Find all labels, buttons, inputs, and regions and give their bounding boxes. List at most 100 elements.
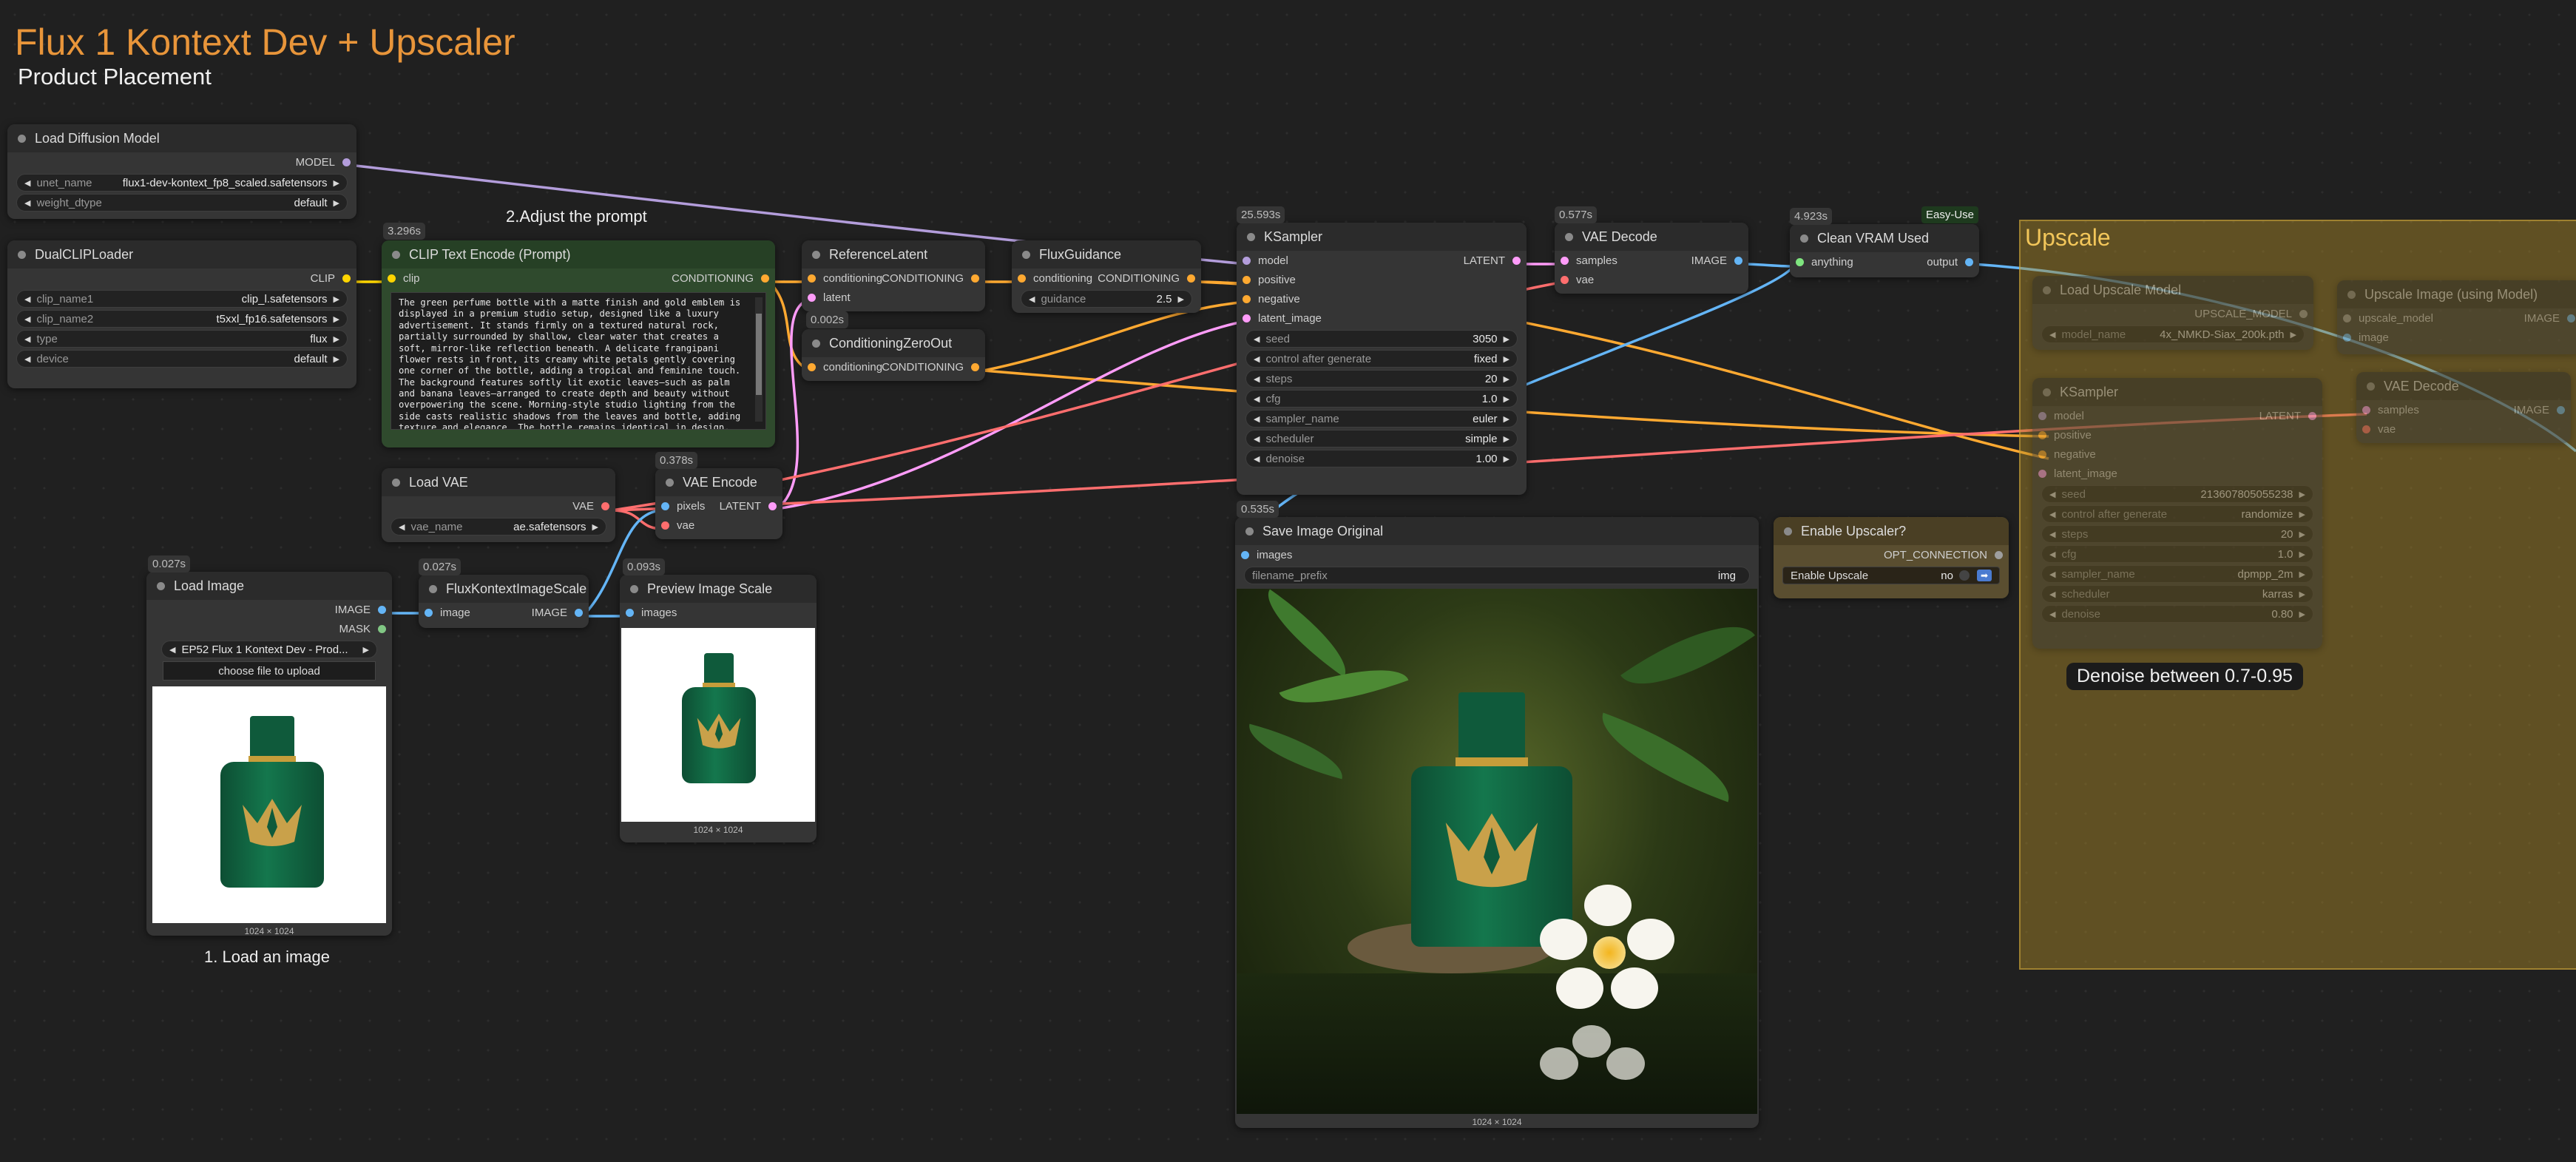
collapse-dot-icon[interactable] (2043, 286, 2051, 294)
arrow-left-icon[interactable]: ◀ (1254, 414, 1260, 424)
widget-device[interactable]: ◀ device default ▶ (16, 350, 348, 368)
widget-sampler-name[interactable]: ◀ sampler_name euler ▶ (1245, 410, 1518, 428)
toggle-icon[interactable] (1958, 570, 1970, 581)
widget-clip-name2[interactable]: ◀ clip_name2 t5xxl_fp16.safetensors ▶ (16, 310, 348, 328)
node-header[interactable]: DualCLIPLoader (7, 240, 356, 268)
node-upscale-image[interactable]: Upscale Image (using Model) upscale_mode… (2337, 280, 2576, 354)
input-dot-positive[interactable] (2038, 430, 2046, 439)
output-dot-mask[interactable] (378, 624, 386, 633)
node-load-upscale-model[interactable]: Load Upscale Model UPSCALE_MODEL ◀ model_… (2032, 276, 2313, 350)
node-load-diffusion-model[interactable]: Load Diffusion Model MODEL ◀ unet_name flu… (7, 124, 356, 219)
node-flux-kontext-image-scale[interactable]: FluxKontextImageScale image IMAGE (419, 575, 589, 628)
arrow-left-icon[interactable]: ◀ (24, 314, 30, 324)
output-dot-latent[interactable] (1512, 256, 1521, 265)
arrow-right-icon[interactable]: ▶ (1504, 414, 1510, 424)
output-dot-clip[interactable] (342, 274, 351, 283)
collapse-dot-icon[interactable] (812, 250, 820, 259)
input-dot-conditioning[interactable] (808, 274, 816, 283)
input-dot-vae[interactable] (1561, 275, 1569, 284)
arrow-left-icon[interactable]: ◀ (24, 294, 30, 304)
run-arrow-icon[interactable]: ➡ (1976, 570, 1992, 581)
collapse-dot-icon[interactable] (18, 134, 26, 143)
node-conditioning-zero-out[interactable]: ConditioningZeroOut conditioning CONDITI… (802, 329, 985, 381)
node-load-vae[interactable]: Load VAE VAE ◀ vae_name ae.safetensors ▶ (382, 468, 615, 542)
node-ksampler[interactable]: KSampler model LATENT positive negative … (1237, 223, 1527, 495)
arrow-right-icon[interactable]: ▶ (592, 522, 598, 532)
node-header[interactable]: VAE Encode (655, 468, 782, 496)
widget-control-after-generate[interactable]: ◀ control after generate randomize ▶ (2041, 505, 2313, 523)
arrow-right-icon[interactable]: ▶ (1178, 294, 1184, 304)
arrow-left-icon[interactable]: ◀ (2049, 609, 2055, 619)
input-dot-image[interactable] (425, 608, 433, 617)
input-dot-images[interactable] (626, 608, 634, 617)
node-header[interactable]: Upscale Image (using Model) (2337, 280, 2576, 308)
arrow-left-icon[interactable]: ◀ (2049, 330, 2055, 340)
collapse-dot-icon[interactable] (18, 250, 26, 259)
node-preview-image-scale[interactable]: Preview Image Scale images 1024 × 1024 (620, 575, 817, 842)
arrow-left-icon[interactable]: ◀ (2049, 490, 2055, 499)
widget-cfg[interactable]: ◀ cfg 1.0 ▶ (1245, 390, 1518, 408)
widget-clip-name1[interactable]: ◀ clip_name1 clip_l.safetensors ▶ (16, 290, 348, 308)
node-dual-clip-loader[interactable]: DualCLIPLoader CLIP ◀ clip_name1 clip_l.sa… (7, 240, 356, 388)
input-dot-vae[interactable] (661, 521, 669, 530)
arrow-left-icon[interactable]: ◀ (1254, 334, 1260, 344)
widget-scheduler[interactable]: ◀ scheduler karras ▶ (2041, 585, 2313, 603)
arrow-left-icon[interactable]: ◀ (1254, 454, 1260, 464)
node-header[interactable]: ConditioningZeroOut (802, 329, 985, 357)
arrow-left-icon[interactable]: ◀ (24, 198, 30, 208)
widget-unet-name[interactable]: ◀ unet_name flux1-dev-kontext_fp8_scaled.s… (16, 174, 348, 192)
output-dot-upscale-model[interactable] (2299, 309, 2308, 318)
collapse-dot-icon[interactable] (2347, 290, 2356, 299)
arrow-right-icon[interactable]: ▶ (2291, 330, 2296, 340)
collapse-dot-icon[interactable] (1565, 232, 1573, 241)
input-dot-model[interactable] (2038, 411, 2046, 420)
arrow-right-icon[interactable]: ▶ (363, 645, 369, 655)
arrow-right-icon[interactable]: ▶ (1504, 354, 1510, 364)
widget-control-after-generate[interactable]: ◀ control after generate fixed ▶ (1245, 350, 1518, 368)
input-dot-pixels[interactable] (661, 501, 669, 510)
collapse-dot-icon[interactable] (1022, 250, 1030, 259)
node-reference-latent[interactable]: ReferenceLatent conditioning CONDITIONIN… (802, 240, 985, 311)
collapse-dot-icon[interactable] (2367, 382, 2375, 391)
arrow-left-icon[interactable]: ◀ (1254, 434, 1260, 444)
output-dot-model[interactable] (342, 158, 351, 166)
collapse-dot-icon[interactable] (812, 339, 820, 348)
node-flux-guidance[interactable]: FluxGuidance conditioning CONDITIONING ◀… (1012, 240, 1201, 313)
input-dot-positive[interactable] (1243, 275, 1251, 284)
collapse-dot-icon[interactable] (157, 581, 165, 590)
node-upscale-ksampler[interactable]: KSampler model LATENT positive negative … (2032, 378, 2322, 649)
input-dot-conditioning[interactable] (1018, 274, 1026, 283)
node-header[interactable]: Load Image (146, 572, 392, 600)
node-header[interactable]: CLIP Text Encode (Prompt) (382, 240, 775, 268)
node-vae-decode[interactable]: VAE Decode samples IMAGE vae (1555, 223, 1748, 294)
scrollbar-thumb[interactable] (756, 314, 762, 395)
input-dot-image[interactable] (2343, 333, 2351, 342)
node-header[interactable]: KSampler (1237, 223, 1527, 251)
widget-type[interactable]: ◀ type flux ▶ (16, 330, 348, 348)
node-header[interactable]: ReferenceLatent (802, 240, 985, 268)
node-header[interactable]: VAE Decode (1555, 223, 1748, 251)
arrow-right-icon[interactable]: ▶ (1504, 434, 1510, 444)
node-header[interactable]: Load VAE (382, 468, 615, 496)
output-dot-conditioning[interactable] (761, 274, 769, 283)
arrow-right-icon[interactable]: ▶ (2299, 530, 2305, 539)
arrow-left-icon[interactable]: ◀ (1254, 374, 1260, 384)
collapse-dot-icon[interactable] (2043, 388, 2051, 396)
input-dot-latent-image[interactable] (2038, 469, 2046, 478)
output-dot-vae[interactable] (601, 501, 609, 510)
node-header[interactable]: FluxKontextImageScale (419, 575, 589, 603)
arrow-left-icon[interactable]: ◀ (2049, 530, 2055, 539)
node-header[interactable]: FluxGuidance (1012, 240, 1201, 268)
node-header[interactable]: Clean VRAM Used (1790, 224, 1979, 252)
widget-denoise[interactable]: ◀ denoise 1.00 ▶ (1245, 450, 1518, 467)
input-dot-conditioning[interactable] (808, 362, 816, 371)
arrow-right-icon[interactable]: ▶ (2299, 570, 2305, 579)
widget-denoise[interactable]: ◀ denoise 0.80 ▶ (2041, 605, 2313, 623)
arrow-right-icon[interactable]: ▶ (1504, 334, 1510, 344)
output-dot-image[interactable] (2557, 405, 2565, 414)
arrow-right-icon[interactable]: ▶ (2299, 609, 2305, 619)
widget-vae-name[interactable]: ◀ vae_name ae.safetensors ▶ (391, 518, 606, 536)
input-dot-latent[interactable] (808, 293, 816, 302)
node-header[interactable]: Enable Upscaler? (1774, 517, 2009, 545)
arrow-right-icon[interactable]: ▶ (334, 178, 339, 188)
